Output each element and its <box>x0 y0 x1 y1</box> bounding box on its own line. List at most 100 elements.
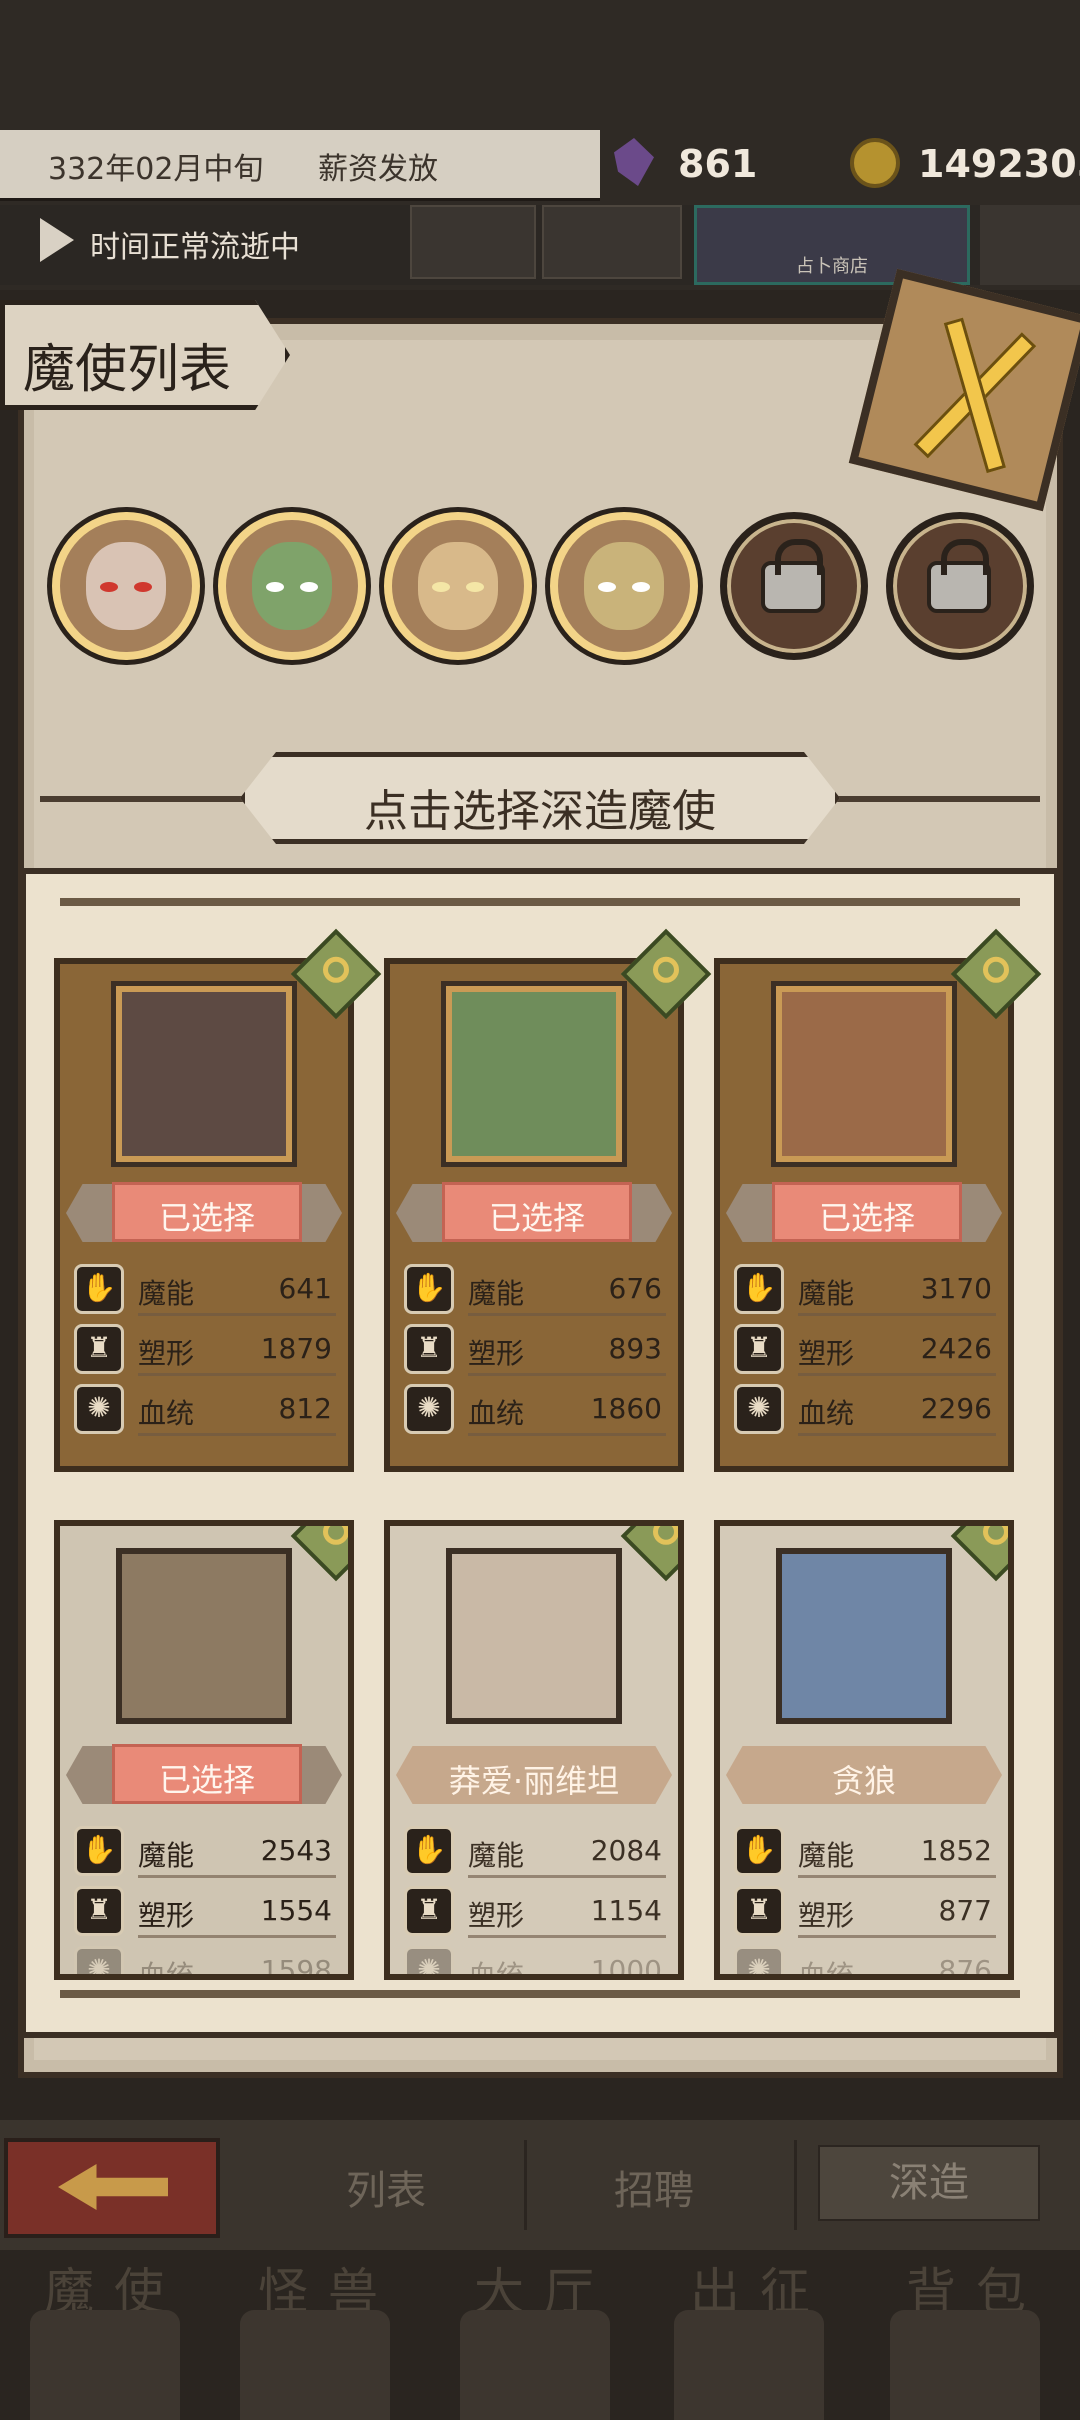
tab-list[interactable]: 列表 <box>346 2158 426 2216</box>
stat-row-shape: ♜ 塑形 1554 <box>74 1886 344 1938</box>
stat-row-magic: ✋ 魔能 676 <box>404 1264 674 1316</box>
backpack-icon[interactable] <box>890 2310 1040 2420</box>
stat-label: 魔能 <box>798 1277 855 1310</box>
date-text: 332年02月中旬 <box>48 152 264 187</box>
panel-title-tab: 魔使列表 <box>0 300 290 410</box>
hall-icon[interactable] <box>460 2310 610 2420</box>
stat-value: 876 <box>938 1954 992 1980</box>
demon-card-3[interactable]: 已选择 ✋ 魔能 3170 ♜ 塑形 2426 ✺ 血统 2296 <box>714 928 1042 1472</box>
speed-button-slow[interactable] <box>410 205 536 279</box>
selected-slot-2[interactable] <box>218 512 366 660</box>
portrait-avatar <box>86 542 166 630</box>
eye <box>432 582 450 592</box>
demon-portrait <box>116 986 292 1162</box>
demon-name: 贪狼 <box>831 1762 896 1800</box>
stat-divider <box>138 1313 336 1316</box>
selected-slot-4[interactable] <box>550 512 698 660</box>
stat-divider <box>468 1373 666 1376</box>
stat-divider <box>138 1875 336 1878</box>
portrait-avatar <box>252 542 332 630</box>
fire-hand-icon: ✋ <box>404 1264 454 1314</box>
eye <box>266 582 284 592</box>
demon-card-6[interactable]: 贪狼 ✋ 魔能 1852 ♜ 塑形 877 ✺ 血统 876 <box>714 1520 1014 1980</box>
stat-divider <box>468 1935 666 1938</box>
stat-label: 血统 <box>138 1397 195 1430</box>
skull-icon[interactable] <box>30 2310 180 2420</box>
fortune-shop-button[interactable]: 占卜商店 <box>694 205 970 285</box>
date-bar: 332年02月中旬 薪资发放 <box>0 130 600 201</box>
stat-label: 魔能 <box>468 1277 525 1310</box>
demon-card-1[interactable]: 格…尔 已选择 ✋魔能641 ♜塑形1879 ✺血统812 <box>54 928 382 1472</box>
fire-hand-icon: ✋ <box>734 1826 784 1876</box>
stat-value: 1879 <box>260 1332 332 1365</box>
tab-advance[interactable]: 深造 <box>818 2145 1040 2221</box>
stat-divider <box>798 1433 996 1436</box>
selected-badge: 已选择 <box>442 1182 632 1242</box>
magnify-icon[interactable] <box>950 1526 1008 1582</box>
stat-row-shape: ♜ 塑形 893 <box>404 1324 674 1376</box>
tab-recruit[interactable]: 招聘 <box>614 2158 694 2216</box>
demon-name-bar: 贪狼 <box>726 1746 1002 1804</box>
play-icon[interactable] <box>40 218 74 262</box>
stat-value: 1598 <box>260 1954 332 1980</box>
fire-hand-icon: ✋ <box>404 1826 454 1876</box>
back-arrow-icon <box>58 2164 168 2210</box>
stat-row-shape: ♜ 塑形 2426 <box>734 1324 1004 1376</box>
selected-label: 已选择 <box>158 1761 255 1799</box>
stat-row-magic: ✋ 魔能 641 <box>74 1264 344 1316</box>
monster-icon[interactable] <box>240 2310 390 2420</box>
armor-icon: ♜ <box>404 1886 454 1936</box>
stat-divider <box>468 1313 666 1316</box>
selected-slot-3[interactable] <box>384 512 532 660</box>
demon-card-2[interactable]: 已选择 ✋ 魔能 676 ♜ 塑形 893 ✺ 血统 1860 <box>384 928 712 1472</box>
stat-divider <box>138 1373 336 1376</box>
stat-row-magic: ✋ 魔能 2543 <box>74 1826 344 1878</box>
demon-portrait <box>446 986 622 1162</box>
stat-label: 塑形 <box>468 1337 525 1370</box>
armor-icon: ♜ <box>734 1324 784 1374</box>
demon-card-4[interactable]: 已选择 ✋ 魔能 2543 ♜ 塑形 1554 ✺ 血统 1598 <box>54 1520 354 1980</box>
locked-slot-2 <box>886 512 1034 660</box>
stat-row-shape: ♜ 塑形 1154 <box>404 1886 674 1938</box>
stat-value: 2084 <box>590 1834 662 1867</box>
stat-divider <box>798 1373 996 1376</box>
stat-label: 血统 <box>468 1959 525 1980</box>
blood-gear-icon: ✺ <box>734 1946 784 1974</box>
stat-value: 2426 <box>920 1332 992 1365</box>
demon-portrait <box>776 986 952 1162</box>
eye <box>598 582 616 592</box>
eye <box>134 582 152 592</box>
panel-title: 魔使列表 <box>23 340 232 400</box>
stat-value: 1554 <box>260 1894 332 1927</box>
eye <box>100 582 118 592</box>
selected-badge: 已选择 <box>112 1744 302 1804</box>
demon-portrait <box>446 1548 622 1724</box>
locked-slot-1 <box>720 512 868 660</box>
eye <box>466 582 484 592</box>
demon-card-5[interactable]: 莽爱·丽维坦 ✋ 魔能 2084 ♜ 塑形 1154 ✺ 血统 1000 <box>384 1520 684 1980</box>
stat-label: 魔能 <box>468 1839 525 1872</box>
expedition-icon[interactable] <box>674 2310 824 2420</box>
scroll-rod-top <box>60 898 1020 906</box>
selected-slot-1[interactable] <box>52 512 200 660</box>
stat-divider <box>468 1875 666 1878</box>
blood-gear-icon: ✺ <box>404 1384 454 1434</box>
speed-button-fast[interactable] <box>542 205 682 279</box>
scroll-rod-bottom <box>60 1990 1020 1998</box>
stat-row-magic: ✋ 魔能 3170 <box>734 1264 1004 1316</box>
portrait-avatar <box>418 542 498 630</box>
magnify-icon[interactable] <box>290 1526 348 1582</box>
lock-icon <box>761 539 825 613</box>
close-icon-stroke <box>943 317 1006 474</box>
stat-divider <box>798 1935 996 1938</box>
stat-label: 血统 <box>798 1959 855 1980</box>
stat-row-blood: ✺ 血统 2296 <box>734 1384 1004 1436</box>
stat-label: 塑形 <box>798 1337 855 1370</box>
stat-label: 血统 <box>468 1397 525 1430</box>
stat-value: 1860 <box>590 1392 662 1425</box>
back-button[interactable] <box>4 2138 220 2238</box>
banner-divider-right <box>830 796 1040 802</box>
extra-slot[interactable] <box>980 205 1080 285</box>
magnify-icon[interactable] <box>620 1526 678 1582</box>
instruction-text: 点击选择深造魔使 <box>364 786 716 837</box>
